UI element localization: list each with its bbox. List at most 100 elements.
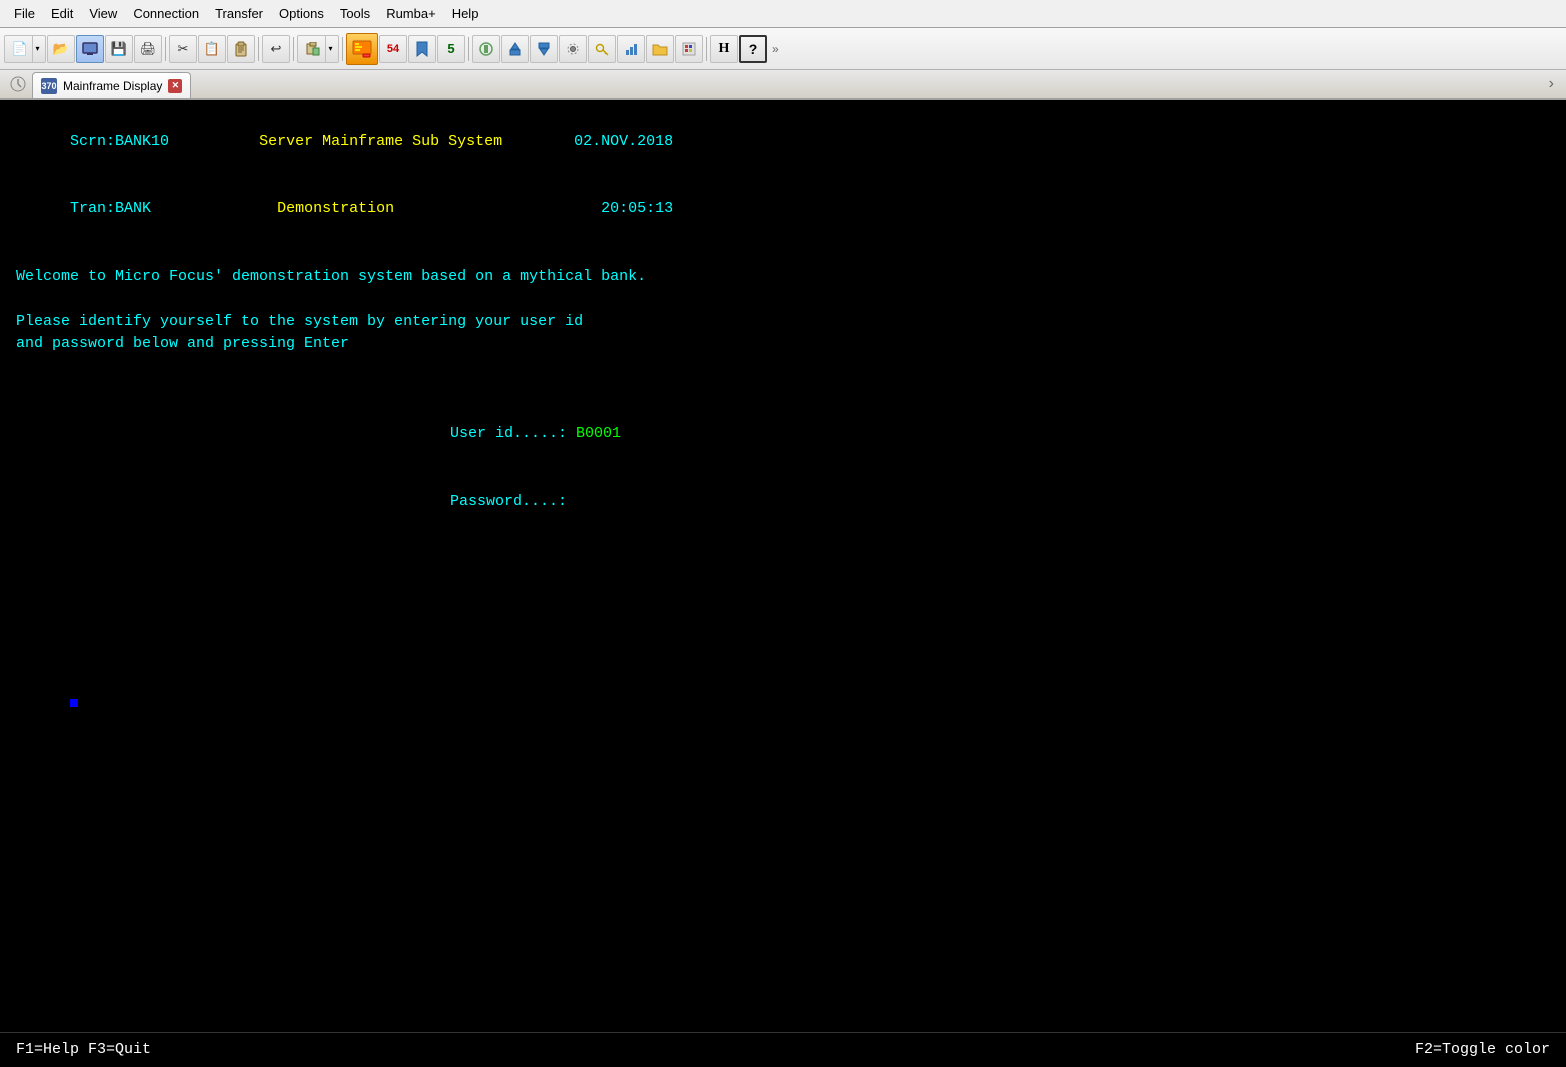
toolbar: 📄 ▾ 📂 💾 🖨 ✂ 📋 ↩ ▾ 54 5	[0, 28, 1566, 70]
system-title: Server Mainframe Sub System	[259, 133, 502, 150]
display-btn[interactable]	[76, 35, 104, 63]
active-connection-btn[interactable]	[346, 33, 378, 65]
date-spacing	[502, 133, 574, 150]
terminal-area: Scrn:BANK10 Server Mainframe Sub System …	[0, 100, 1566, 1067]
blank15	[16, 828, 1550, 851]
hotspot-btn[interactable]	[472, 35, 500, 63]
sep2	[258, 37, 259, 61]
cursor-line	[16, 671, 1550, 739]
please-line2: and password below and pressing Enter	[16, 333, 1550, 356]
please-line1: Please identify yourself to the system b…	[16, 311, 1550, 334]
print-btn[interactable]: 🖨	[134, 35, 162, 63]
save-btn[interactable]: 💾	[105, 35, 133, 63]
new-icon: 📄	[8, 36, 32, 62]
userid-label: User id.....:	[450, 425, 576, 442]
password-line: Password....:	[16, 468, 1550, 536]
tab-scroll-right[interactable]: ›	[1545, 75, 1558, 93]
blank11	[16, 738, 1550, 761]
cursor-indicator	[70, 699, 78, 707]
terminal-display[interactable]: Scrn:BANK10 Server Mainframe Sub System …	[0, 100, 1566, 1067]
tab-label: Mainframe Display	[63, 79, 162, 93]
time-value: 20:05:13	[601, 200, 673, 217]
sep4	[342, 37, 343, 61]
blank2	[16, 288, 1550, 311]
paste-special-arrow: ▾	[325, 36, 335, 62]
tran-value: BANK	[115, 200, 151, 217]
system-subtitle: Demonstration	[277, 200, 394, 217]
paste-special-btn[interactable]: ▾	[297, 35, 339, 63]
blank10	[16, 648, 1550, 671]
blank17	[16, 873, 1550, 896]
menu-view[interactable]: View	[81, 3, 125, 24]
userid-value[interactable]: B0001	[576, 425, 621, 442]
blank20	[16, 941, 1550, 964]
blank5	[16, 536, 1550, 559]
blank3	[16, 356, 1550, 379]
scrn-value: BANK10	[115, 133, 169, 150]
password-label: Password....:	[450, 493, 576, 510]
upload-btn[interactable]	[501, 35, 529, 63]
stats-btn[interactable]	[617, 35, 645, 63]
status-right: F2=Toggle color	[1415, 1039, 1550, 1062]
target-btn[interactable]	[675, 35, 703, 63]
status-left: F1=Help F3=Quit	[16, 1039, 151, 1062]
blank14	[16, 806, 1550, 829]
macro-54-btn[interactable]: 54	[379, 35, 407, 63]
tab-bar: 370 Mainframe Display ✕ ›	[0, 70, 1566, 100]
tran-spacing	[151, 200, 277, 217]
new-dropdown-arrow: ▾	[32, 36, 42, 62]
scrn-line: Scrn:BANK10 Server Mainframe Sub System …	[16, 108, 1550, 176]
toolbar-overflow[interactable]: »	[772, 42, 779, 56]
userid-line: User id.....: B0001	[16, 401, 1550, 469]
blank8	[16, 603, 1550, 626]
tab-bar-left-icon[interactable]	[8, 74, 28, 94]
blank1	[16, 243, 1550, 266]
menu-tools[interactable]: Tools	[332, 3, 378, 24]
menu-transfer[interactable]: Transfer	[207, 3, 271, 24]
blank13	[16, 783, 1550, 806]
blank18	[16, 896, 1550, 919]
new-dropdown-btn[interactable]: 📄 ▾	[4, 35, 46, 63]
blank6	[16, 558, 1550, 581]
bookmark-btn[interactable]	[408, 35, 436, 63]
help-btn[interactable]: ?	[739, 35, 767, 63]
font-btn[interactable]: H	[710, 35, 738, 63]
copy-btn[interactable]: 📋	[198, 35, 226, 63]
blank21	[16, 963, 1550, 986]
download-btn[interactable]	[530, 35, 558, 63]
settings-btn[interactable]	[559, 35, 587, 63]
undo-btn[interactable]: ↩	[262, 35, 290, 63]
date-value: 02.NOV.2018	[574, 133, 673, 150]
blank16	[16, 851, 1550, 874]
blank7	[16, 581, 1550, 604]
tran-label: Tran:	[70, 200, 115, 217]
menu-options[interactable]: Options	[271, 3, 332, 24]
menu-edit[interactable]: Edit	[43, 3, 81, 24]
scrn-label: Scrn:	[70, 133, 115, 150]
sep3	[293, 37, 294, 61]
status-bar: F1=Help F3=Quit F2=Toggle color	[0, 1032, 1566, 1067]
menu-rumbaplus[interactable]: Rumba+	[378, 3, 444, 24]
blank22	[16, 986, 1550, 1009]
cut-btn[interactable]: ✂	[169, 35, 197, 63]
folder-btn[interactable]	[646, 35, 674, 63]
paste-btn[interactable]	[227, 35, 255, 63]
sep5	[468, 37, 469, 61]
time-spacing	[394, 200, 601, 217]
welcome-line: Welcome to Micro Focus' demonstration sy…	[16, 266, 1550, 289]
menu-bar: File Edit View Connection Transfer Optio…	[0, 0, 1566, 28]
menu-file[interactable]: File	[6, 3, 43, 24]
mainframe-display-tab[interactable]: 370 Mainframe Display ✕	[32, 72, 191, 98]
blank19	[16, 918, 1550, 941]
menu-connection[interactable]: Connection	[125, 3, 207, 24]
sep1	[165, 37, 166, 61]
blank9	[16, 626, 1550, 649]
scrn-spacing	[169, 133, 259, 150]
menu-help[interactable]: Help	[444, 3, 487, 24]
open-btn[interactable]: 📂	[47, 35, 75, 63]
sep6	[706, 37, 707, 61]
key-btn[interactable]	[588, 35, 616, 63]
num5-btn[interactable]: 5	[437, 35, 465, 63]
tab-close-btn[interactable]: ✕	[168, 79, 182, 93]
tran-line: Tran:BANK Demonstration 20:05:13	[16, 176, 1550, 244]
